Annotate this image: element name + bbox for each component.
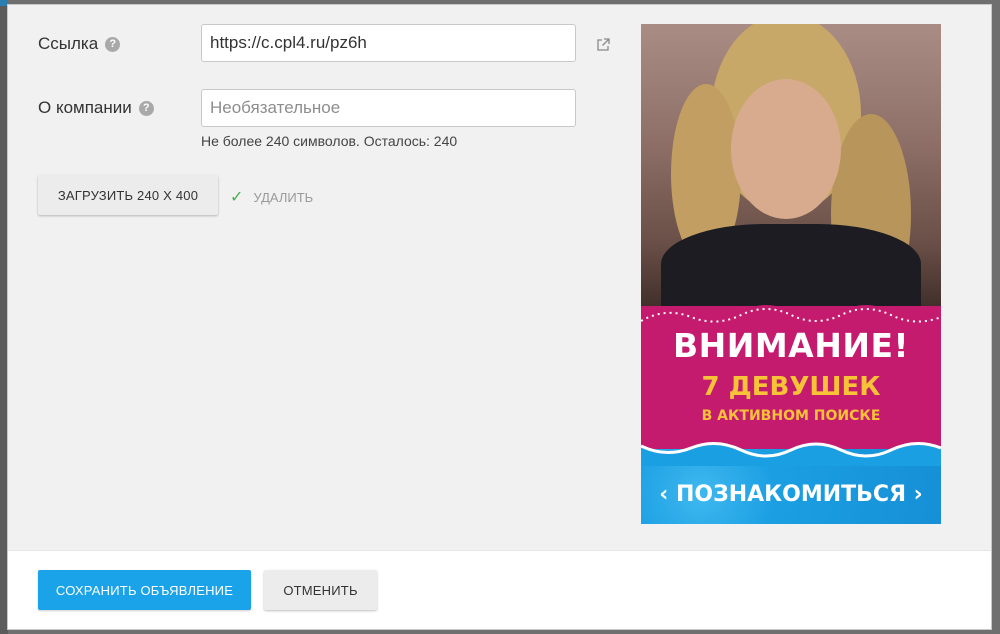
banner-subtitle: 7 ДЕВУШЕК [701,372,881,402]
char-limit-hint: Не более 240 символов. Осталось: 240 [201,133,458,149]
company-label: О компании [38,98,132,117]
company-input[interactable] [201,89,576,127]
check-icon: ✓ [230,189,244,206]
face-shape [731,79,841,219]
banner-subtitle-small: В АКТИВНОМ ПОИСКЕ [701,408,881,424]
delete-banner-link[interactable]: ✓ УДАЛИТЬ [230,187,313,207]
link-label: Ссылка [38,34,99,53]
company-label-row: О компании ? [38,98,154,118]
help-icon[interactable]: ? [138,100,154,116]
banner-title: ВНИМАНИЕ! [672,326,910,365]
delete-label: УДАЛИТЬ [253,189,314,205]
banner-photo [641,24,941,324]
save-ad-button[interactable]: СОХРАНИТЬ ОБЪЯВЛЕНИЕ [38,570,251,610]
link-label-row: Ссылка ? [38,34,121,54]
modal-footer: СОХРАНИТЬ ОБЪЯВЛЕНИЕ ОТМЕНИТЬ [8,550,991,629]
banner-cta: ‹ ПОЗНАКОМИТЬСЯ › [659,482,923,507]
edit-ad-modal: Ссылка ? О компании ? Не более 240 симво… [7,4,992,630]
banner-preview: ВНИМАНИЕ! 7 ДЕВУШЕК В АКТИВНОМ ПОИСКЕ ‹ … [641,24,941,524]
upload-banner-button[interactable]: ЗАГРУЗИТЬ 240 X 400 [38,175,218,215]
help-icon[interactable]: ? [105,36,121,52]
external-link-icon[interactable] [596,38,610,52]
wave-top-decoration [641,305,941,329]
cancel-button[interactable]: ОТМЕНИТЬ [264,570,377,610]
link-input[interactable] [201,24,576,62]
wave-bottom-decoration [641,442,941,466]
